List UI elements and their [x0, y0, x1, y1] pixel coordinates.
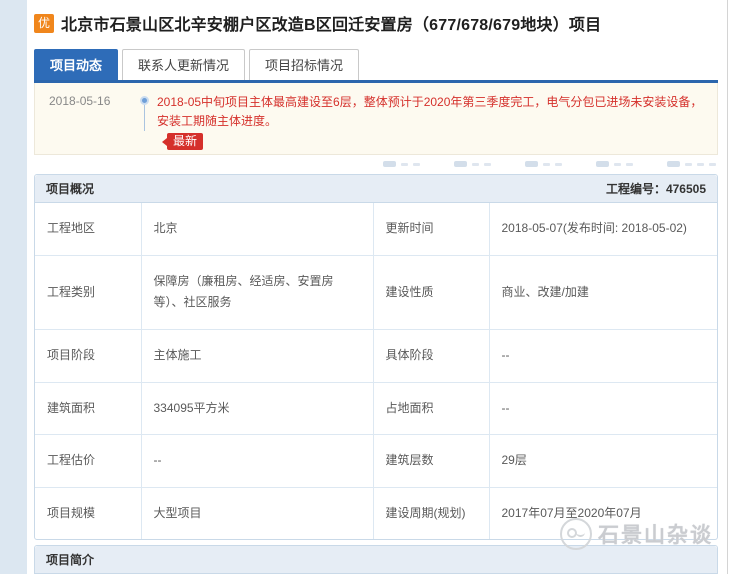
table-row: 工程估价 -- 建筑层数 29层 [35, 435, 717, 488]
clipped-action-5 [667, 161, 716, 167]
project-intro-panel: 项目简介 项目组成 项目为总建筑面积为334,095平方米的住宅发展，包含： ◆… [34, 545, 718, 574]
row-label: 工程类别 [35, 255, 141, 329]
news-date: 2018-05-16 [49, 93, 131, 108]
project-updates-panel: 2018-05-16 2018-05中旬项目主体最高建设至6层，整体预计于202… [34, 83, 718, 155]
clipped-action-3 [525, 161, 562, 167]
row-label: 更新时间 [373, 203, 489, 255]
overview-panel-title: 项目概况 [46, 180, 94, 197]
row-label: 具体阶段 [373, 329, 489, 382]
timeline-marker [131, 93, 157, 131]
tab-contact-updates[interactable]: 联系人更新情况 [122, 49, 245, 80]
row-label: 工程地区 [35, 203, 141, 255]
row-value: -- [141, 435, 373, 488]
row-value: 29层 [489, 435, 717, 488]
row-label: 项目阶段 [35, 329, 141, 382]
tab-bar: 项目动态 联系人更新情况 项目招标情况 [34, 49, 718, 80]
row-value: 商业、改建/加建 [489, 255, 717, 329]
row-value: 2018-05-07(发布时间: 2018-05-02) [489, 203, 717, 255]
overview-panel-header: 项目概况 工程编号：476505 [35, 175, 717, 203]
row-value: 主体施工 [141, 329, 373, 382]
timeline-line [144, 105, 145, 131]
row-label: 占地面积 [373, 382, 489, 435]
row-value: 北京 [141, 203, 373, 255]
news-body: 2018-05中旬项目主体最高建设至6层，整体预计于2020年第三季度完工，电气… [157, 93, 707, 150]
clipped-action-2 [454, 161, 491, 167]
table-row: 建筑面积 334095平方米 占地面积 -- [35, 382, 717, 435]
page-title: 北京市石景山区北辛安棚户区改造B区回迁安置房（677/678/679地块）项目 [61, 11, 601, 35]
tab-project-updates[interactable]: 项目动态 [34, 49, 118, 80]
row-value: 保障房（廉租房、经适房、安置房等）、社区服务 [141, 255, 373, 329]
project-number: 工程编号：476505 [606, 180, 706, 197]
row-label: 工程估价 [35, 435, 141, 488]
row-label: 建设性质 [373, 255, 489, 329]
timeline-dot-icon [140, 96, 149, 105]
row-label: 建筑面积 [35, 382, 141, 435]
title-row: 优 北京市石景山区北辛安棚户区改造B区回迁安置房（677/678/679地块）项… [34, 11, 718, 35]
clipped-action-4 [596, 161, 633, 167]
main-content: 优 北京市石景山区北辛安棚户区改造B区回迁安置房（677/678/679地块）项… [34, 0, 718, 574]
row-value: 大型项目 [141, 487, 373, 539]
page-left-margin-strip [0, 0, 27, 574]
latest-badge: 最新 [167, 133, 203, 150]
project-overview-panel: 项目概况 工程编号：476505 工程地区 北京 更新时间 2018-05-07… [34, 174, 718, 540]
page-right-border [727, 0, 728, 574]
tab-project-bidding[interactable]: 项目招标情况 [249, 49, 359, 80]
news-text: 2018-05中旬项目主体最高建设至6层，整体预计于2020年第三季度完工，电气… [157, 93, 707, 130]
overview-table: 工程地区 北京 更新时间 2018-05-07(发布时间: 2018-05-02… [35, 203, 717, 539]
table-row: 项目阶段 主体施工 具体阶段 -- [35, 329, 717, 382]
table-row: 项目规模 大型项目 建设周期(规划) 2017年07月至2020年07月 [35, 487, 717, 539]
row-value: -- [489, 329, 717, 382]
grade-badge: 优 [34, 14, 54, 33]
table-row: 工程地区 北京 更新时间 2018-05-07(发布时间: 2018-05-02… [35, 203, 717, 255]
row-label: 建筑层数 [373, 435, 489, 488]
row-value: -- [489, 382, 717, 435]
clipped-toolbar[interactable] [34, 155, 718, 169]
row-value: 334095平方米 [141, 382, 373, 435]
intro-panel-title: 项目简介 [46, 551, 94, 568]
row-label: 项目规模 [35, 487, 141, 539]
intro-panel-header: 项目简介 [35, 546, 717, 574]
clipped-action-1 [383, 161, 420, 167]
news-item: 2018-05-16 2018-05中旬项目主体最高建设至6层，整体预计于202… [49, 93, 707, 150]
row-value: 2017年07月至2020年07月 [489, 487, 717, 539]
row-label: 建设周期(规划) [373, 487, 489, 539]
table-row: 工程类别 保障房（廉租房、经适房、安置房等）、社区服务 建设性质 商业、改建/加… [35, 255, 717, 329]
